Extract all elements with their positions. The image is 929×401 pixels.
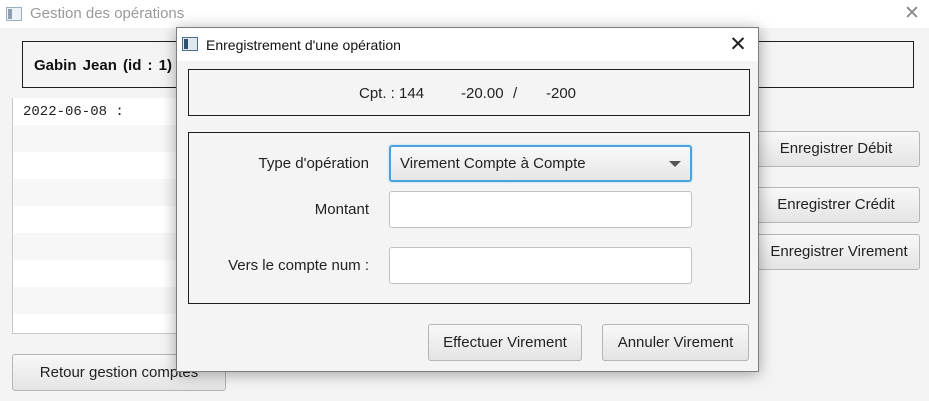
list-item[interactable]	[13, 314, 192, 333]
dialog-title-bar: Enregistrement d'une opération ✕	[177, 28, 758, 61]
operations-list[interactable]: 2022-06-08 :	[12, 98, 192, 334]
operation-dialog: Enregistrement d'une opération ✕ Cpt. : …	[176, 27, 759, 372]
client-label: Gabin Jean (id : 1)	[34, 57, 173, 74]
enregistrer-debit-button[interactable]: Enregistrer Débit	[752, 131, 920, 167]
type-operation-value: Virement Compte à Compte	[400, 155, 586, 172]
list-item-text	[13, 260, 192, 266]
type-operation-select[interactable]: Virement Compte à Compte	[389, 145, 692, 182]
vers-compte-label: Vers le compte num :	[228, 257, 369, 274]
list-item[interactable]	[13, 287, 192, 314]
chevron-down-icon[interactable]	[669, 161, 681, 167]
account-info-box: Cpt. : 144 -20.00 / -200	[188, 69, 750, 116]
main-close-icon[interactable]: ✕	[898, 1, 926, 27]
list-item[interactable]	[13, 179, 192, 206]
list-item-text: 2022-06-08 :	[23, 104, 124, 120]
list-item-text	[13, 233, 192, 239]
list-item-text	[13, 125, 192, 131]
account-separator: /	[513, 85, 518, 102]
list-item-text	[13, 179, 192, 185]
list-item-text	[13, 206, 192, 212]
list-item[interactable]	[13, 125, 192, 152]
list-item[interactable]	[13, 206, 192, 233]
operation-form: Type d'opération Virement Compte à Compt…	[188, 132, 750, 304]
annuler-virement-button[interactable]: Annuler Virement	[602, 324, 749, 361]
vers-compte-field[interactable]	[389, 247, 692, 284]
account-number: Cpt. : 144	[359, 85, 425, 102]
enregistrer-credit-button[interactable]: Enregistrer Crédit	[752, 187, 920, 223]
type-operation-label: Type d'opération	[258, 155, 369, 172]
app-window-icon	[6, 7, 22, 21]
list-item-text	[13, 287, 192, 293]
list-item[interactable]: 2022-06-08 :	[13, 98, 192, 125]
main-window-title: Gestion des opérations	[30, 5, 185, 22]
dialog-window-icon	[182, 37, 198, 51]
montant-label: Montant	[314, 201, 369, 218]
list-item[interactable]	[13, 260, 192, 287]
dialog-title: Enregistrement d'une opération	[206, 37, 401, 53]
account-balance: -20.00	[461, 85, 504, 102]
list-item-text	[13, 152, 192, 158]
dialog-close-icon[interactable]: ✕	[723, 30, 753, 60]
effectuer-virement-button[interactable]: Effectuer Virement	[428, 324, 582, 361]
list-item-text	[13, 314, 192, 320]
main-title-bar: Gestion des opérations ✕	[0, 0, 929, 28]
montant-field[interactable]	[389, 191, 692, 228]
account-overdraft: -200	[546, 85, 577, 102]
enregistrer-virement-button[interactable]: Enregistrer Virement	[752, 234, 920, 270]
list-item[interactable]	[13, 152, 192, 179]
list-item[interactable]	[13, 233, 192, 260]
